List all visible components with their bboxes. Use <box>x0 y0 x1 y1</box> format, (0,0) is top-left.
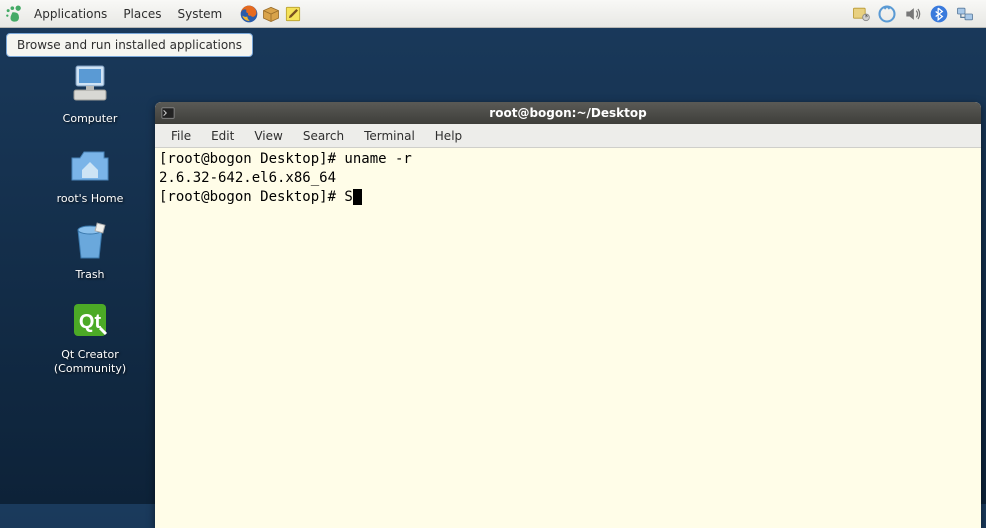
volume-icon[interactable] <box>902 3 924 25</box>
desktop-icon-home[interactable]: root's Home <box>30 140 150 206</box>
menu-view[interactable]: View <box>244 126 292 146</box>
desktop-label: root's Home <box>30 192 150 206</box>
panel-right <box>850 3 982 25</box>
qtcreator-label-line1: Qt Creator <box>61 348 119 361</box>
trash-icon <box>66 216 114 264</box>
network-icon[interactable] <box>954 3 976 25</box>
desktop-label: Computer <box>30 112 150 126</box>
menu-terminal[interactable]: Terminal <box>354 126 425 146</box>
desktop-icon-computer[interactable]: Computer <box>30 60 150 126</box>
bluetooth-icon[interactable] <box>928 3 950 25</box>
desktop-icon-qtcreator[interactable]: Qt Qt Creator (Community) <box>30 296 150 377</box>
terminal-line: [root@bogon Desktop]# uname -r <box>159 151 412 167</box>
menu-help[interactable]: Help <box>425 126 472 146</box>
menu-system[interactable]: System <box>169 3 230 25</box>
desktop-label: Qt Creator (Community) <box>30 348 150 377</box>
firefox-icon[interactable] <box>238 3 260 25</box>
notepad-icon[interactable] <box>282 3 304 25</box>
menu-places[interactable]: Places <box>115 3 169 25</box>
svg-text:Qt: Qt <box>79 311 102 333</box>
computer-icon <box>66 60 114 108</box>
titlebar[interactable]: root@bogon:~/Desktop <box>155 102 981 124</box>
desktop: Computer root's Home Trash Qt <box>0 28 986 504</box>
terminal-cursor <box>353 189 362 205</box>
panel-left: Applications Places System <box>4 3 304 25</box>
qtcreator-icon: Qt <box>66 296 114 344</box>
window-title: root@bogon:~/Desktop <box>489 106 646 120</box>
menu-search[interactable]: Search <box>293 126 354 146</box>
menu-applications[interactable]: Applications <box>26 3 115 25</box>
home-folder-icon <box>66 140 114 188</box>
terminal-icon <box>161 106 175 120</box>
top-panel: Applications Places System <box>0 0 986 28</box>
menu-file[interactable]: File <box>161 126 201 146</box>
sysmon-icon[interactable] <box>850 3 872 25</box>
terminal-menubar: File Edit View Search Terminal Help <box>155 124 981 148</box>
terminal-body[interactable]: [root@bogon Desktop]# uname -r 2.6.32-64… <box>155 148 981 528</box>
terminal-window: root@bogon:~/Desktop File Edit View Sear… <box>155 102 981 528</box>
terminal-line: 2.6.32-642.el6.x86_64 <box>159 170 336 186</box>
qtcreator-label-line2: (Community) <box>54 362 126 375</box>
desktop-icon-trash[interactable]: Trash <box>30 216 150 282</box>
menu-edit[interactable]: Edit <box>201 126 244 146</box>
package-icon[interactable] <box>260 3 282 25</box>
gnome-foot-icon <box>4 4 24 24</box>
update-icon[interactable] <box>876 3 898 25</box>
terminal-line: [root@bogon Desktop]# S <box>159 189 353 205</box>
desktop-label: Trash <box>30 268 150 282</box>
